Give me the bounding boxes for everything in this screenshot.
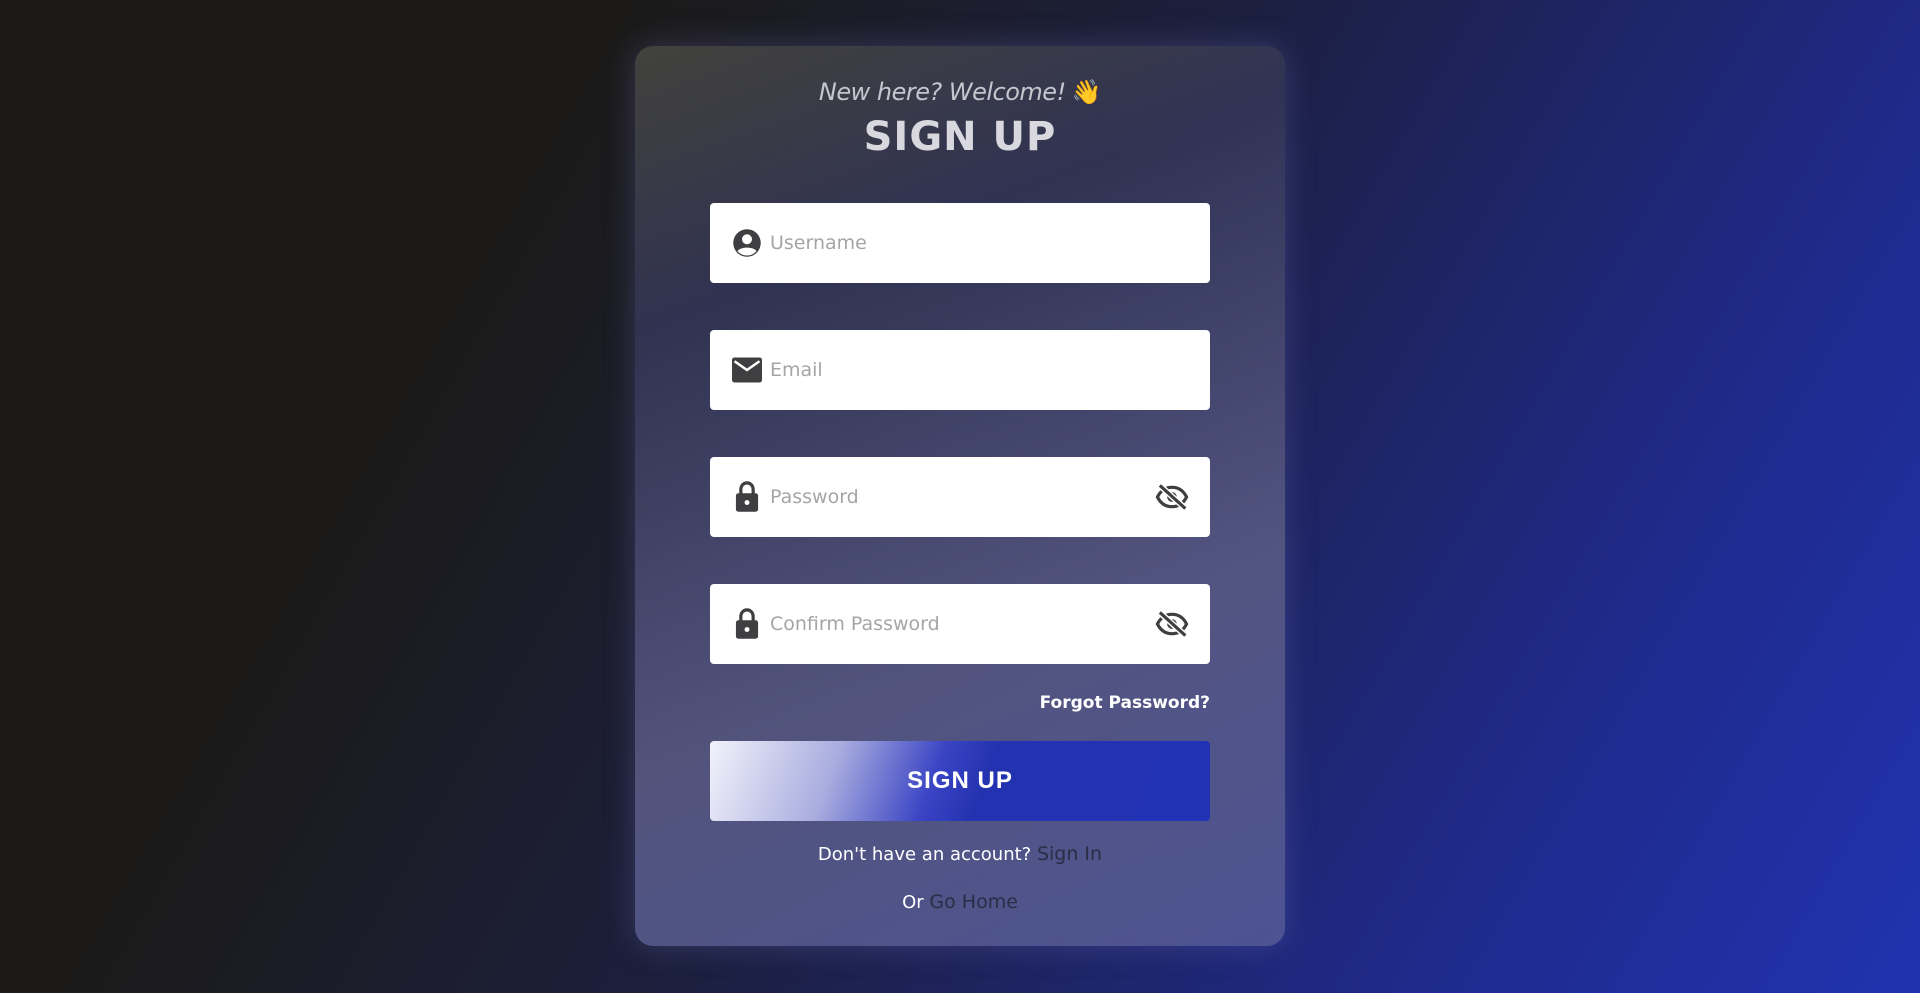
eye-slash-icon[interactable] [1154,479,1190,515]
welcome-text: New here? Welcome! 👋 [635,78,1285,106]
user-circle-icon [732,228,762,258]
page-title: SIGN UP [863,114,1057,160]
password-field[interactable] [710,457,1210,537]
email-input[interactable] [770,350,1210,390]
welcome-label: New here? Welcome! [818,78,1066,106]
sign-in-link[interactable]: Sign In [1037,843,1102,865]
go-home-link[interactable]: Go Home [929,891,1018,913]
envelope-icon [732,355,762,385]
go-home-line: Or Go Home [635,891,1285,913]
confirm-password-field[interactable] [710,584,1210,664]
eye-slash-icon[interactable] [1154,606,1190,642]
signup-card: New here? Welcome! 👋 SIGN UP Username Em… [635,46,1285,946]
lock-icon [732,608,762,639]
account-prompt-line: Don't have an account? Sign In [635,843,1285,865]
wave-emoji: 👋 [1071,78,1102,106]
confirm-password-input[interactable] [770,604,1154,644]
username-input[interactable] [770,223,1210,263]
forgot-password-link[interactable]: Forgot Password? [1040,693,1210,713]
email-field[interactable] [710,330,1210,410]
or-text: Or [902,892,924,913]
sign-up-button[interactable]: SIGN UP [710,741,1210,821]
password-input[interactable] [770,477,1154,517]
account-prompt-text: Don't have an account? [817,844,1032,865]
lock-icon [732,481,762,512]
username-field[interactable] [710,203,1210,283]
